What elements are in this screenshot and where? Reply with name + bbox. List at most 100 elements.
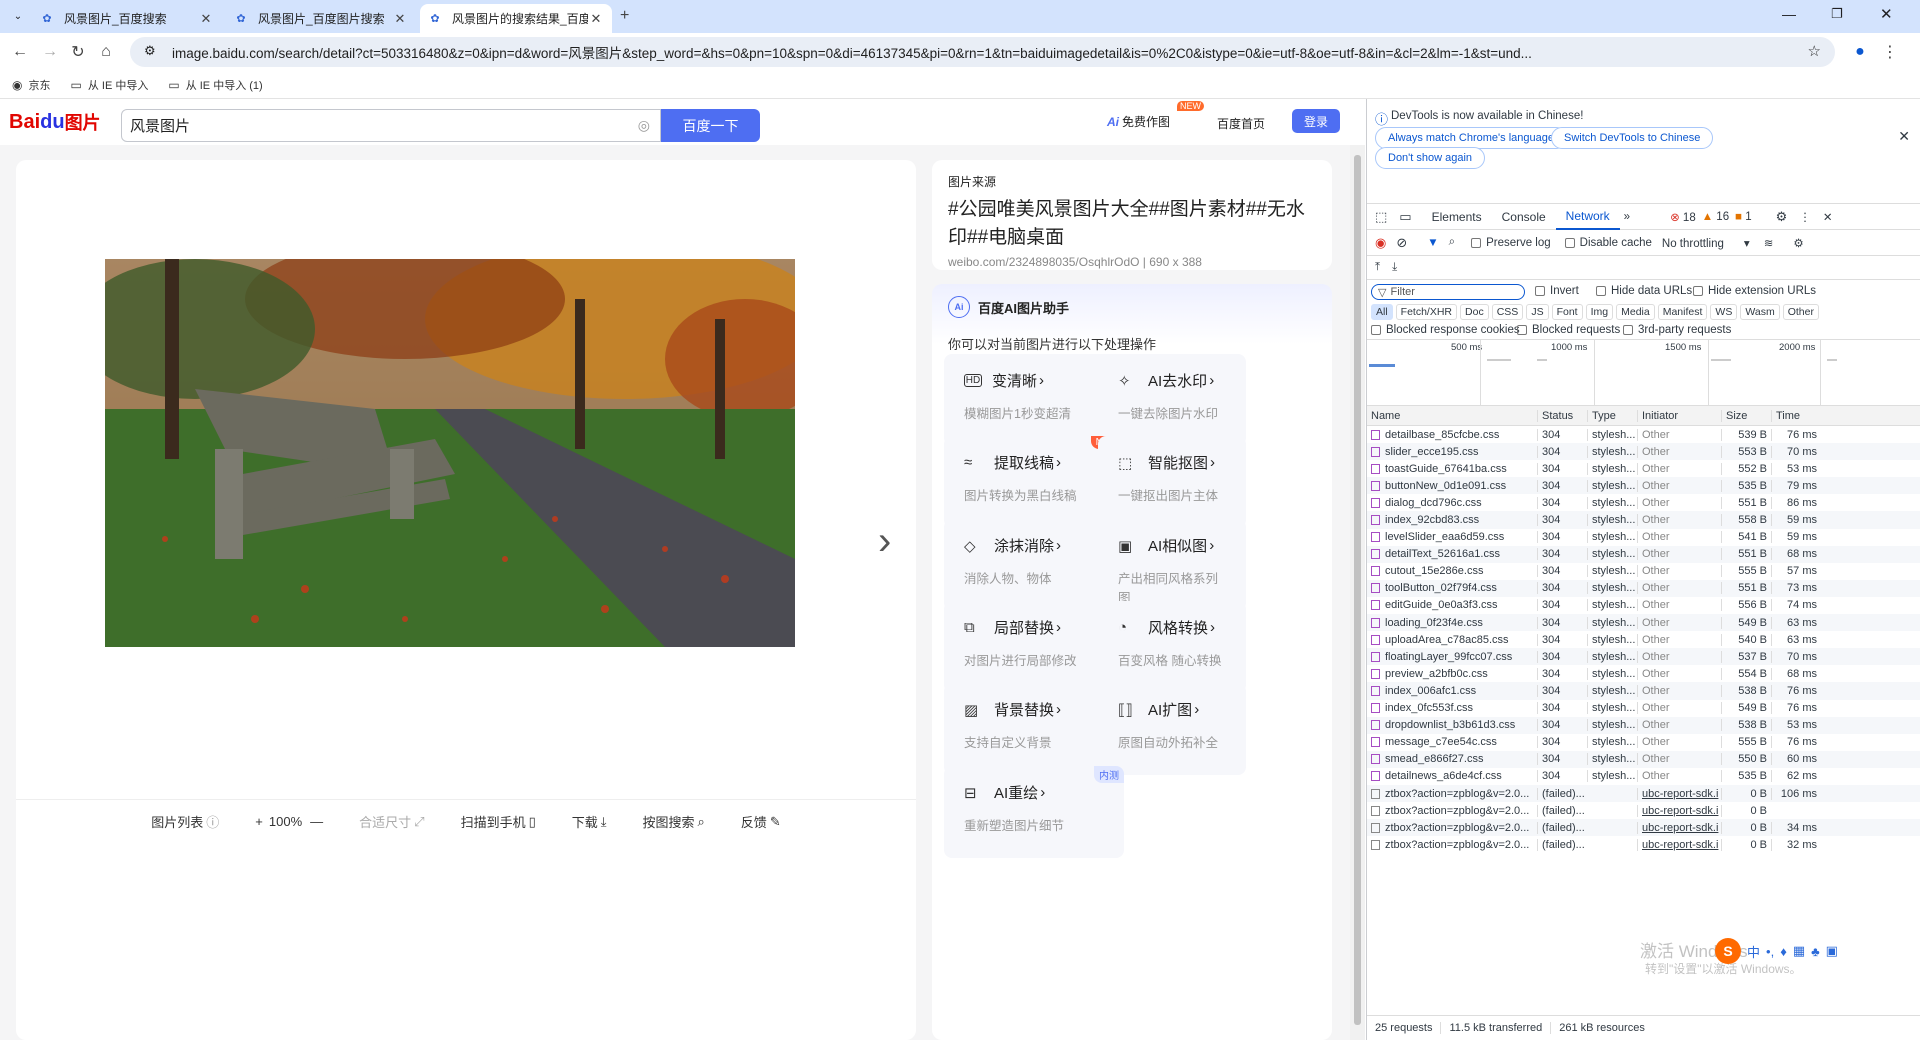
table-row[interactable]: index_92cbd83.css 304 stylesh... Other 558 B… <box>1367 511 1920 529</box>
issue-count[interactable]: ■ 1 <box>1735 211 1752 223</box>
close-icon[interactable]: ✕ <box>198 11 214 27</box>
tab-search-button[interactable]: ⌄ <box>8 6 28 26</box>
type-ws[interactable]: WS <box>1710 304 1738 320</box>
close-icon[interactable]: ✕ <box>1898 128 1910 145</box>
skin-icon[interactable]: ♣ <box>1811 944 1820 959</box>
table-row[interactable]: loading_0f23f4e.css 304 stylesh... Other 549… <box>1367 614 1920 632</box>
table-row[interactable]: detailbase_85cfcbe.css 304 stylesh... Other… <box>1367 426 1920 443</box>
ai-free-draw-link[interactable]: Ai 免费作图 NEW <box>1107 101 1204 130</box>
image-list-button[interactable]: 图片列表 ⓘ <box>151 812 219 831</box>
network-conditions-icon[interactable]: ≋ <box>1764 236 1774 250</box>
minimize-button[interactable]: — <box>1782 6 1796 22</box>
match-language-button[interactable]: Always match Chrome's language <box>1375 127 1567 149</box>
type-img[interactable]: Img <box>1585 304 1614 320</box>
baidu-logo[interactable]: Bai du 图片 <box>9 109 101 135</box>
download-har-icon[interactable]: ⤓ <box>1392 261 1397 274</box>
table-row[interactable]: detailnews_a6de4cf.css 304 stylesh... Other… <box>1367 768 1920 785</box>
record-stop-icon[interactable]: ◉ <box>1375 235 1386 251</box>
login-button[interactable]: 登录 <box>1292 109 1340 133</box>
close-devtools-icon[interactable]: ✕ <box>1823 210 1833 224</box>
type-other[interactable]: Other <box>1782 304 1819 320</box>
toolbox-icon[interactable]: ▣ <box>1826 943 1838 959</box>
home-button[interactable]: ⌂ <box>92 38 120 66</box>
more-options-icon[interactable]: ⋮ <box>1799 210 1811 224</box>
tab-1[interactable]: ✿ 风景图片_百度搜索 ✕ <box>32 4 222 33</box>
type-manifest[interactable]: Manifest <box>1657 304 1708 320</box>
table-row[interactable]: dropdownlist_b3b61d3.css 304 stylesh... Oth… <box>1367 716 1920 734</box>
back-button[interactable]: ← <box>6 38 34 66</box>
sogou-ime-icon[interactable]: S <box>1715 938 1741 964</box>
cell-initiator[interactable]: ubc-report-sdk.i <box>1637 787 1721 800</box>
bookmark-folder-2[interactable]: ▭ 从 IE 中导入 (1) <box>168 77 262 93</box>
cell-initiator[interactable]: ubc-report-sdk.i <box>1637 838 1721 851</box>
search-input[interactable]: 风景图片 ◎ <box>121 109 661 142</box>
table-row[interactable]: slider_ecce195.css 304 stylesh... Other 553 … <box>1367 443 1920 461</box>
search-button[interactable]: 百度一下 <box>661 109 760 142</box>
table-row[interactable]: uploadArea_c78ac85.css 304 stylesh... Other… <box>1367 631 1920 648</box>
feature-similar[interactable]: ▣ AI相似图 › 产出相同风格系列图 <box>1098 519 1246 611</box>
search-by-image-button[interactable]: 按图搜索 ⌕ <box>643 812 705 831</box>
error-count[interactable]: ⊗ 18 <box>1670 210 1696 224</box>
bookmark-jd[interactable]: ◉ 京东 <box>12 77 50 93</box>
type-fetch-xhr[interactable]: Fetch/XHR <box>1395 304 1458 320</box>
table-row[interactable]: index_0fc553f.css 304 stylesh... Other 549 B… <box>1367 700 1920 717</box>
filter-input[interactable]: ▽ Filter <box>1371 284 1525 300</box>
table-row[interactable]: message_c7ee54c.css 304 stylesh... Other 555… <box>1367 734 1920 751</box>
reload-button[interactable]: ↻ <box>64 38 92 66</box>
feedback-button[interactable]: 反馈 ✎ <box>741 812 781 831</box>
next-image-arrow[interactable]: › <box>878 519 891 564</box>
table-row[interactable]: smead_e866f27.css 304 stylesh... Other 550 B… <box>1367 750 1920 768</box>
upload-har-icon[interactable]: ⤒ <box>1375 261 1380 274</box>
column-status[interactable]: Status <box>1537 409 1587 422</box>
settings-gear-icon[interactable]: ⚙ <box>1776 209 1788 225</box>
invert-checkbox[interactable]: Invert <box>1535 285 1579 297</box>
keyboard-icon[interactable]: ▦ <box>1793 943 1805 959</box>
table-row[interactable]: editGuide_0e0a3f3.css 304 stylesh... Other 5… <box>1367 597 1920 614</box>
cell-initiator[interactable]: ubc-report-sdk.i <box>1637 804 1721 817</box>
column-size[interactable]: Size <box>1721 409 1771 422</box>
feature-expand[interactable]: ⟦⟧ AI扩图 › 原图自动外拓补全 <box>1098 683 1246 775</box>
blocked-cookies-checkbox[interactable]: Blocked response cookies <box>1371 324 1520 336</box>
switch-chinese-button[interactable]: Switch DevTools to Chinese <box>1551 127 1714 149</box>
menu-icon[interactable]: ⋮ <box>1876 38 1904 66</box>
column-type[interactable]: Type <box>1587 409 1637 422</box>
column-name[interactable]: Name <box>1367 410 1537 422</box>
more-tabs-icon[interactable]: » <box>1624 211 1630 223</box>
scan-to-phone-button[interactable]: 扫描到手机 ▯ <box>461 812 536 831</box>
third-party-checkbox[interactable]: 3rd-party requests <box>1623 324 1731 336</box>
dont-show-again-button[interactable]: Don't show again <box>1375 147 1486 169</box>
table-row[interactable]: detailText_52616a1.css 304 stylesh... Other… <box>1367 545 1920 563</box>
window-close-button[interactable]: ✕ <box>1880 5 1893 23</box>
restore-button[interactable]: ❐ <box>1831 6 1843 22</box>
type-css[interactable]: CSS <box>1491 304 1524 320</box>
feature-redraw[interactable]: 内测 ⊟ AI重绘 › 重新塑造图片细节 <box>944 766 1124 858</box>
feature-smart-cutout[interactable]: ⬚ 智能抠图 › 一键抠出图片主体 <box>1098 436 1246 528</box>
preserve-log-checkbox[interactable]: Preserve log <box>1471 237 1551 249</box>
punctuation-icon[interactable]: •, <box>1766 944 1774 959</box>
filter-funnel-icon[interactable]: ▼ <box>1427 237 1438 249</box>
tab-console[interactable]: Console <box>1492 204 1556 230</box>
feature-local-replace[interactable]: ⧉ 局部替换 › 对图片进行局部修改 <box>944 601 1124 693</box>
throttling-select[interactable]: No throttling ▾ <box>1662 236 1750 250</box>
baidu-home-link[interactable]: 百度首页 <box>1217 115 1265 132</box>
column-initiator[interactable]: Initiator <box>1637 409 1721 422</box>
blocked-requests-checkbox[interactable]: Blocked requests <box>1517 324 1620 336</box>
close-icon[interactable]: ✕ <box>392 11 408 27</box>
type-doc[interactable]: Doc <box>1460 304 1489 320</box>
table-row[interactable]: floatingLayer_99fcc07.css 304 stylesh... Ot… <box>1367 648 1920 666</box>
table-row[interactable]: preview_a2bfb0c.css 304 stylesh... Other 554… <box>1367 665 1920 682</box>
download-button[interactable]: 下载 ⤓ <box>572 812 607 831</box>
table-row[interactable]: index_006afc1.css 304 stylesh... Other 538 B… <box>1367 682 1920 700</box>
warning-count[interactable]: ▲ 16 <box>1702 211 1729 223</box>
type-all[interactable]: All <box>1371 304 1393 320</box>
search-icon[interactable]: ⌕ <box>1449 236 1455 249</box>
site-info-icon[interactable]: ⚙ <box>144 43 156 59</box>
tab-3[interactable]: ✿ 风景图片的搜索结果_百度图片搜 ✕ <box>420 4 612 33</box>
table-row[interactable]: ztbox?action=zpblog&v=2.0... (failed)... u… <box>1367 819 1920 837</box>
feature-erase[interactable]: ◇ 涂抹消除 › 消除人物、物体 <box>944 519 1124 611</box>
column-time[interactable]: Time <box>1771 409 1821 422</box>
hide-extension-urls-checkbox[interactable]: Hide extension URLs <box>1693 285 1816 297</box>
table-row[interactable]: toolButton_02f79f4.css 304 stylesh... Other… <box>1367 579 1920 597</box>
device-toolbar-icon[interactable]: ▭ <box>1399 209 1411 225</box>
feature-sharpen[interactable]: HD 变清晰 › 模糊图片1秒变超清 <box>944 354 1124 446</box>
